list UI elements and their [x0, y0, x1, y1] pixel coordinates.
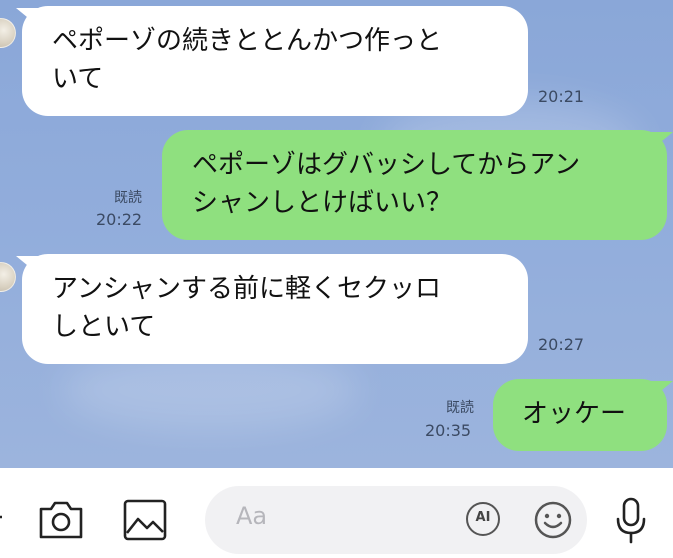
- message-input-placeholder: Aa: [236, 502, 268, 530]
- microphone-icon[interactable]: [613, 497, 649, 545]
- message-text: ペポーゾはグバッシしてからアン: [192, 150, 581, 180]
- message-text: オッケー: [522, 399, 627, 429]
- message-time: 20:21: [538, 87, 585, 106]
- read-receipt: 既読: [446, 400, 474, 416]
- ai-icon-label: AI: [475, 510, 491, 525]
- message-bubble-incoming[interactable]: アンシャンする前に軽くセクッロ しといて: [22, 254, 528, 364]
- camera-icon[interactable]: [38, 498, 84, 540]
- read-receipt: 既読: [114, 190, 142, 206]
- message-text: アンシャンする前に軽くセクッロ: [52, 274, 441, 304]
- message-text: いて: [52, 64, 104, 94]
- message-bubble-outgoing[interactable]: ペポーゾはグバッシしてからアン シャンしとけばいい？: [162, 130, 667, 240]
- chat-area: ペポーゾの続きととんかつ作っと いて 20:21 既読 20:22 ペポーゾはグ…: [0, 0, 673, 468]
- message-bubble-outgoing[interactable]: オッケー: [493, 379, 667, 451]
- ai-icon[interactable]: AI: [466, 502, 500, 536]
- message-text: ペポーゾの続きととんかつ作っと: [52, 26, 443, 56]
- avatar[interactable]: [0, 262, 16, 292]
- message-bubble-incoming[interactable]: ペポーゾの続きととんかつ作っと いて: [22, 6, 528, 116]
- image-icon[interactable]: [123, 499, 167, 541]
- plus-icon[interactable]: [0, 504, 8, 530]
- avatar[interactable]: [0, 18, 16, 48]
- message-text: しといて: [52, 312, 156, 342]
- message-time: 20:35: [425, 421, 472, 440]
- emoji-icon[interactable]: [533, 500, 573, 540]
- message-text: シャンしとけばいい？: [192, 188, 453, 218]
- message-time: 20:27: [538, 335, 585, 354]
- message-time: 20:22: [96, 210, 143, 229]
